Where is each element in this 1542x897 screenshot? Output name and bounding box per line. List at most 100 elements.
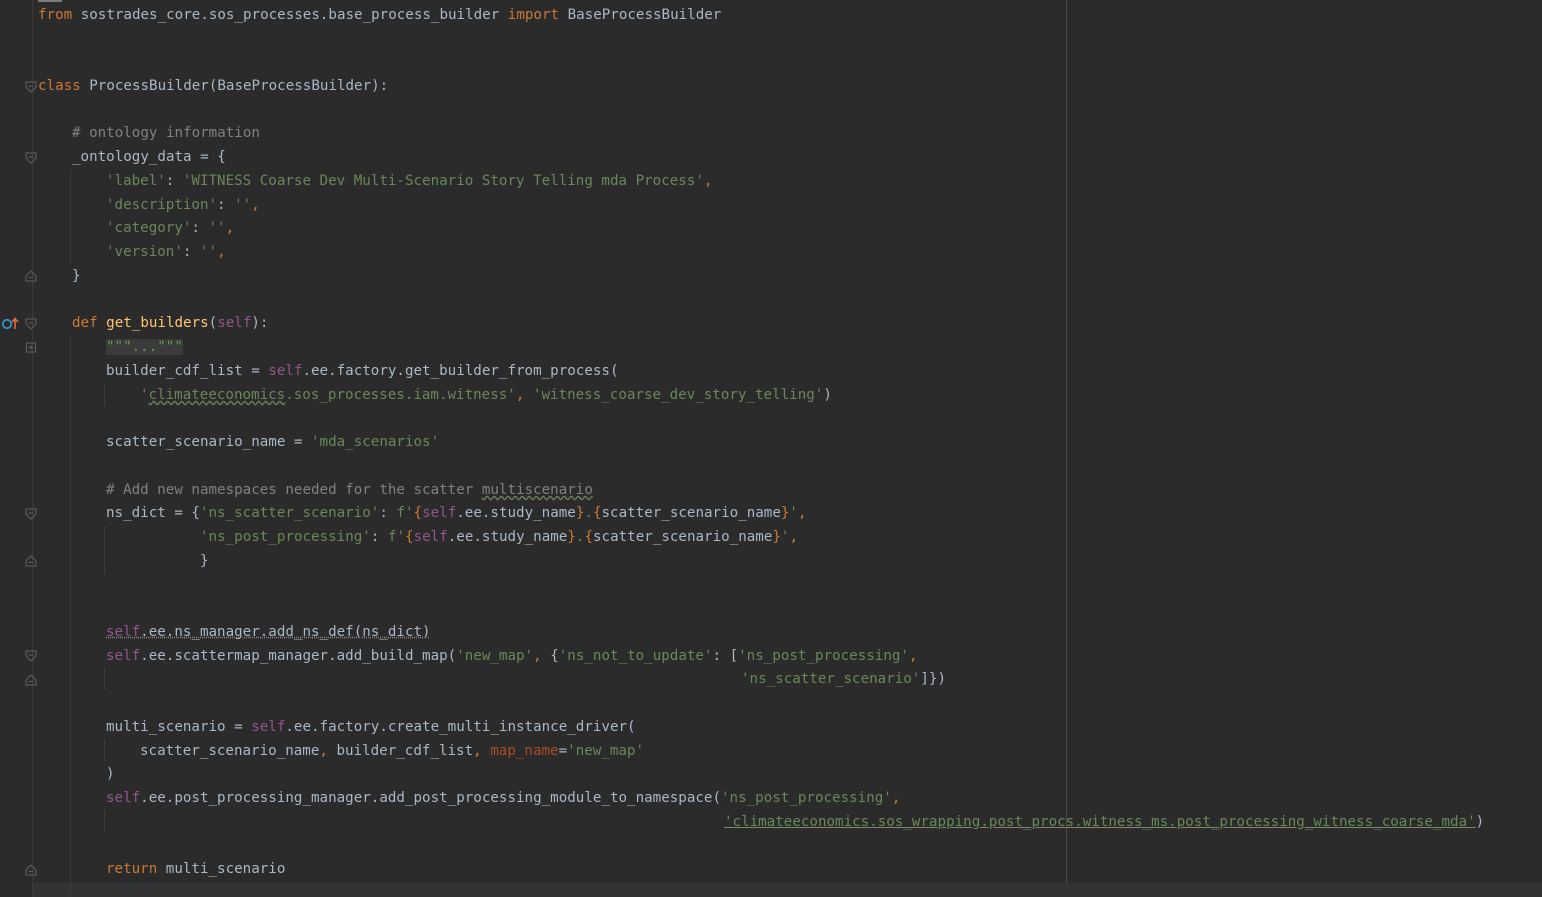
self-keyword: self [251,719,286,735]
code-text: } [72,268,81,284]
code-text: .ee.factory.create_multi_instance_driver… [285,719,636,735]
string-typo: climateeconomics [148,387,286,403]
code-line-post-processing-module[interactable]: 'climateeconomics.sos_wrapping.post_proc… [724,811,1542,835]
code-text: ( [208,315,218,331]
code-line-paren-close[interactable]: ) [106,763,1542,787]
code-line-add-build-map[interactable]: self.ee.scattermap_manager.add_build_map… [106,645,1542,669]
code-line-multi-args[interactable]: scatter_scenario_name, builder_cdf_list,… [140,740,1542,764]
code-text: scatter_scenario_name [592,529,773,545]
string: . [584,505,593,521]
fstring-brace: { [413,505,423,521]
code-editor[interactable]: from sostrades_core.sos_processes.base_p… [0,0,1542,897]
self-keyword: self [106,624,141,640]
code-text: _ontology_data = { [72,149,226,165]
keyword: return [106,861,158,877]
named-param: map_name [490,743,559,759]
self-keyword: self [217,315,252,331]
code-line-version[interactable]: 'version': '', [106,241,1542,265]
code-line-docstring[interactable]: """...""" [106,336,1542,360]
code-text: : [182,244,200,260]
code-line-class-def[interactable]: class ProcessBuilder(BaseProcessBuilder)… [38,75,1542,99]
comment: # Add new namespaces needed for the scat… [106,482,482,498]
string: f' [387,529,406,545]
keyword: class [38,78,81,94]
code-line-builder-args[interactable]: 'climateeconomics.sos_processes.iam.witn… [140,384,1542,408]
comma: , [703,173,713,189]
code-line-return[interactable]: return multi_scenario [106,858,1542,882]
code-text: : [191,220,209,236]
code-text: : [165,173,183,189]
code-text: multi_scenario [157,861,286,877]
code-text: .ee.study_name [447,529,568,545]
code-line-comment[interactable]: # ontology information [72,122,1542,146]
code-line-ns-dict[interactable]: ns_dict = {'ns_scatter_scenario': f'{sel… [106,502,1542,526]
string: 'witness_coarse_dev_story_telling' [532,387,824,403]
fstring-brace: { [584,529,593,545]
code-text: : [ [712,648,739,664]
keyword: from [38,7,73,23]
code-text: { [550,648,559,664]
code-text: ): [251,315,269,331]
keyword: import [507,7,560,23]
code-line-scatter-name[interactable]: scatter_scenario_name = 'mda_scenarios' [106,431,1542,455]
code-text: ) [1475,814,1485,830]
self-keyword: self [413,529,448,545]
code-line-label[interactable]: 'label': 'WITNESS Coarse Dev Multi-Scena… [106,170,1542,194]
code-text: .ee.scattermap_manager.add_build_map( [140,648,457,664]
string: ' [789,505,798,521]
code-line-ns-post[interactable]: 'ns_post_processing': f' { self.ee.study_n… [200,526,1542,550]
comment: # ontology information [72,125,260,141]
code-line-description[interactable]: 'description': '', [106,194,1542,218]
code-text: scatter_scenario_name [601,505,781,521]
string: 'ns_post_processing' [738,648,909,664]
code-area[interactable]: from sostrades_core.sos_processes.base_p… [0,0,1542,897]
code-line-import[interactable]: from sostrades_core.sos_processes.base_p… [38,4,1542,28]
code-text: : [217,197,235,213]
code-line-category[interactable]: 'category': '', [106,217,1542,241]
class-name: BaseProcessBuilder [559,7,722,23]
code-line-build-map-cont[interactable]: 'ns_scatter_scenario']}) [741,668,1542,692]
code-text: ) [823,387,832,403]
string: 'new_map' [567,743,644,759]
comma: , [908,648,918,664]
self-keyword: self [106,648,141,664]
code-line-ontology-close[interactable]: } [72,265,1542,289]
keyword: def [72,315,98,331]
code-line-multi-scenario[interactable]: multi_scenario = self.ee.factory.create_… [106,716,1542,740]
code-text: scatter_scenario_name [140,743,320,759]
string: 'description' [106,197,218,213]
code-line-comment-namespaces[interactable]: # Add new namespaces needed for the scat… [106,479,1542,503]
code-line-ontology-open[interactable]: _ontology_data = { [72,146,1542,170]
comma: , [533,648,551,664]
comma: , [515,387,533,403]
string: 'version' [106,244,183,260]
folded-docstring[interactable]: """...""" [106,339,183,355]
string: 'WITNESS Coarse Dev Multi-Scenario Story… [182,173,704,189]
string: .sos_processes.iam.witness' [285,387,516,403]
comma: , [319,743,337,759]
code-text: : [379,505,397,521]
code-line-ns-dict-close[interactable]: } [200,550,1542,574]
fstring-brace: } [772,529,781,545]
string: 'ns_post_processing' [200,529,371,545]
code-line-add-ns-def[interactable]: self.ee.ns_manager.add_ns_def(ns_dict) [106,621,1542,645]
string: '' [199,244,218,260]
string: 'ns_scatter_scenario' [199,505,380,521]
code-text: scatter_scenario_name = [106,434,311,450]
function-name: get_builders [106,315,209,331]
code-line-post-processing[interactable]: self.ee.post_processing_manager.add_post… [106,787,1542,811]
self-keyword: self [422,505,457,521]
code-line-builder-list[interactable]: builder_cdf_list = self.ee.factory.get_b… [106,360,1542,384]
code-text: : [370,529,388,545]
code-line-def-get-builders[interactable]: def get_builders(self): [72,312,1542,336]
self-keyword: self [268,363,303,379]
string: ' [140,387,149,403]
string: 'ns_post_processing' [721,790,892,806]
string: 'mda_scenarios' [311,434,440,450]
code-text: ) [106,766,115,782]
string: 'ns_not_to_update' [558,648,713,664]
code-text: .ee.factory.get_builder_from_process( [302,363,619,379]
comment-typo: multiscenario [481,482,593,498]
code-text: = [558,743,568,759]
code-text: .ee.post_processing_manager.add_post_pro… [140,790,722,806]
